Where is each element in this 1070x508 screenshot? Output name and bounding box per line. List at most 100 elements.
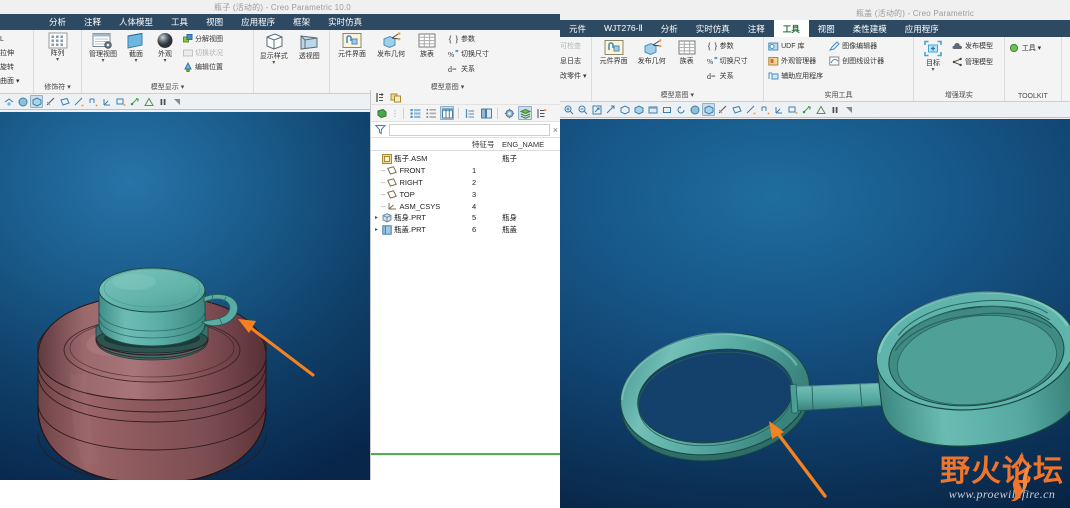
spin-center-icon[interactable]	[800, 103, 813, 116]
tree-filter-green-icon[interactable]	[375, 106, 389, 120]
tab-kuangjia[interactable]: 框架	[284, 14, 319, 30]
spin-center-icon[interactable]	[128, 95, 141, 108]
annotation-display-icon[interactable]	[786, 103, 799, 116]
tree-row-name[interactable]: – TOP	[381, 190, 472, 199]
datum-plane-icon[interactable]	[58, 95, 71, 108]
repaint-icon[interactable]	[2, 95, 15, 108]
no-hidden-icon[interactable]	[716, 103, 729, 116]
refit-icon[interactable]	[590, 103, 603, 116]
shade-icon[interactable]	[16, 95, 29, 108]
tab-wjt276[interactable]: WJT276-Ⅱ	[595, 20, 652, 37]
left-graphics-toolbar[interactable]	[0, 94, 370, 110]
section-caret-icon[interactable]: ▾	[134, 58, 137, 64]
ar-target-button[interactable]: 目标 ▾	[918, 39, 948, 73]
saved-views-icon[interactable]	[632, 103, 645, 116]
section-button[interactable]: 截面 ▾	[123, 32, 149, 64]
tab-shitu-right[interactable]: 视图	[809, 20, 844, 37]
relations-button-right[interactable]: d= 关系	[707, 70, 748, 82]
message-log-button[interactable]: 息日志	[560, 55, 586, 67]
revolve-button[interactable]: 旋转	[0, 61, 19, 73]
table-row[interactable]: – TOP 3	[371, 188, 564, 200]
no-hidden-icon[interactable]	[44, 95, 57, 108]
layers-icon[interactable]	[518, 106, 532, 120]
tab-fenxi-right[interactable]: 分析	[652, 20, 687, 37]
switch-dimensions-button[interactable]: % 切换尺寸	[448, 48, 489, 60]
tree-settings-icon[interactable]	[375, 92, 386, 103]
tree-top-toolbar[interactable]	[371, 90, 564, 105]
family-table-button-right[interactable]: 族表	[672, 39, 702, 65]
auxiliary-apps-button[interactable]: 辅助应用程序	[768, 70, 823, 82]
display-style-icon[interactable]	[702, 103, 715, 116]
warning-icon[interactable]	[142, 95, 155, 108]
table-row[interactable]: 瓶子.ASM 瓶子	[371, 153, 564, 165]
pause-icon[interactable]	[156, 95, 169, 108]
display-style-button[interactable]: 显示样式 ▾	[258, 32, 290, 66]
generic-button[interactable]: L	[0, 33, 19, 45]
tree-row-name[interactable]: – ASM_CSYS	[381, 202, 472, 211]
bottle-cap-model-3d[interactable]	[560, 119, 1070, 508]
table-row[interactable]: – RIGHT 2	[371, 177, 564, 189]
publish-geometry-button-right[interactable]: 发布几何	[634, 39, 670, 65]
tree-row-name[interactable]: 瓶子.ASM	[373, 153, 472, 164]
extrude-button[interactable]: 拉伸	[0, 47, 19, 59]
toggle-status-button[interactable]: 切换状况	[183, 47, 223, 59]
annotation-display-icon[interactable]	[114, 95, 127, 108]
right-viewport[interactable]: 野火论坛 www.proewildfire.cn	[560, 119, 1070, 508]
datum-point-icon[interactable]	[758, 103, 771, 116]
publish-model-button[interactable]: 发布模型	[952, 40, 993, 52]
datum-axis-icon[interactable]	[744, 103, 757, 116]
display-style-icon[interactable]	[30, 95, 43, 108]
component-interface-button-right[interactable]: 元件界面	[596, 39, 632, 65]
tree-expand-icon[interactable]	[463, 106, 477, 120]
right-graphics-toolbar[interactable]	[560, 102, 1070, 118]
image-editor-button[interactable]: 图像编辑器	[829, 40, 884, 52]
table-row[interactable]: ▸ 瓶身.PRT 5 瓶身	[371, 212, 564, 224]
zoom-in-icon[interactable]	[562, 103, 575, 116]
tree-row-name[interactable]: – RIGHT	[381, 178, 472, 187]
udf-library-button[interactable]: UDF 库	[768, 40, 823, 52]
datum-plane-icon[interactable]	[730, 103, 743, 116]
tab-gongju[interactable]: 工具	[162, 14, 197, 30]
tree-row-name[interactable]: – FRONT	[381, 166, 472, 175]
curve-designer-button[interactable]: 创图线设计器	[829, 55, 884, 67]
named-view-icon[interactable]	[660, 103, 673, 116]
stop-icon[interactable]	[170, 95, 183, 108]
stop-icon[interactable]	[842, 103, 855, 116]
list-dots-icon[interactable]	[424, 106, 438, 120]
tab-rouxingjianmo[interactable]: 柔性建模	[844, 20, 896, 37]
spin-icon[interactable]	[674, 103, 687, 116]
datum-csys-icon[interactable]	[100, 95, 113, 108]
publish-geometry-button[interactable]: 发布几何	[373, 32, 409, 58]
inspect-button[interactable]: 可检查	[560, 40, 586, 52]
tree-filters-icon[interactable]	[534, 106, 548, 120]
table-row[interactable]: ▸ 瓶盖.PRT 6 瓶盖	[371, 224, 564, 236]
toolkit-tools-button[interactable]: 工具 ▾	[1009, 42, 1041, 54]
right-ribbon-tabbar[interactable]: 元件 WJT276-Ⅱ 分析 实时仿真 注释 工具 视图 柔性建模 应用程序	[560, 20, 1070, 37]
edit-position-button[interactable]: 编辑位置	[183, 61, 223, 73]
pattern-caret-icon[interactable]: ▾	[56, 57, 59, 63]
tree-row-expander[interactable]: ▸	[373, 226, 380, 233]
tree-row-expander[interactable]: ▸	[373, 214, 380, 221]
list-view-icon[interactable]	[408, 106, 422, 120]
tab-shitu[interactable]: 视图	[197, 14, 232, 30]
tab-yingyongchengxu[interactable]: 应用程序	[232, 14, 284, 30]
tab-shishifangzhen-right[interactable]: 实时仿真	[687, 20, 739, 37]
standard-orient-icon[interactable]	[618, 103, 631, 116]
table-row[interactable]: – FRONT 1	[371, 165, 564, 177]
tree-filter-close-icon[interactable]: ×	[553, 125, 560, 135]
tree-collapse-icon[interactable]	[479, 106, 493, 120]
left-viewport[interactable]	[0, 112, 370, 502]
tree-row-name[interactable]: ▸ 瓶盖.PRT	[373, 224, 472, 235]
perspective-view-button[interactable]: 透视图	[294, 32, 326, 60]
tab-zhushi[interactable]: 注释	[75, 14, 110, 30]
appearance-caret-icon[interactable]: ▾	[163, 58, 166, 64]
tree-toolbar[interactable]: ⋮	[371, 105, 564, 122]
tab-fenxi[interactable]: 分析	[40, 14, 75, 30]
manage-views-caret-icon[interactable]: ▾	[101, 58, 104, 64]
manage-views-button[interactable]: 管理视图 ▾	[86, 32, 120, 64]
appearance-manager-button[interactable]: 外观管理器	[768, 55, 823, 67]
tab-gongju-right[interactable]: 工具	[773, 20, 809, 37]
manage-model-button[interactable]: 管理模型	[952, 56, 993, 68]
parameters-button[interactable]: { } 参数	[448, 33, 489, 45]
surface-button[interactable]: 曲面 ▾	[0, 75, 19, 87]
